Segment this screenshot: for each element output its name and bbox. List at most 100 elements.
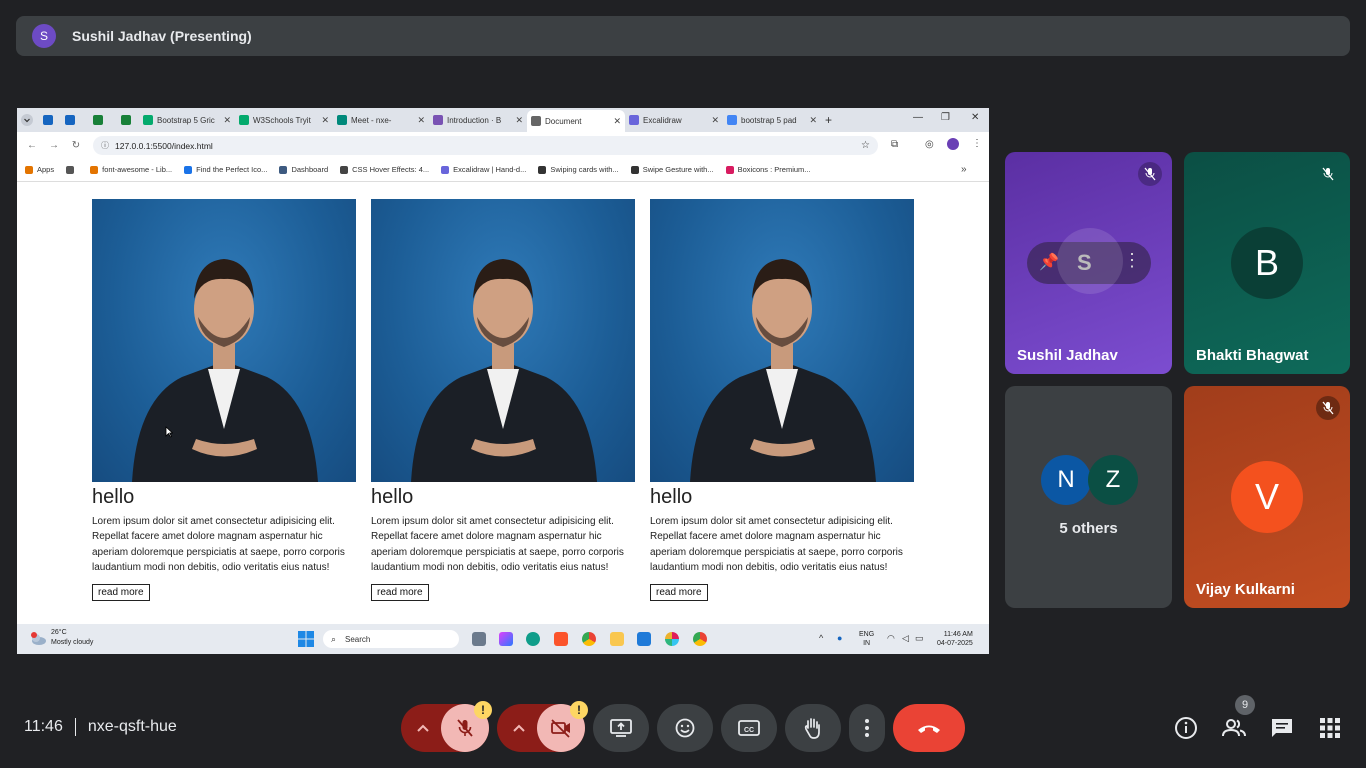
brave-icon[interactable] xyxy=(554,632,568,646)
browser-tab[interactable]: Bootstrap 5 Gric ✕ xyxy=(139,110,235,130)
copilot-icon[interactable] xyxy=(499,632,513,646)
taskbar-search[interactable]: ⌕ Search xyxy=(323,630,459,648)
chrome-icon[interactable] xyxy=(582,632,596,646)
bookmark-item[interactable] xyxy=(66,165,78,174)
bookmark-label: Apps xyxy=(37,165,55,174)
emoji-icon xyxy=(675,718,695,738)
windows-start-icon[interactable] xyxy=(298,631,314,647)
participant-tile-sushil[interactable]: 📌 S ⋮ Sushil Jadhav xyxy=(1005,152,1172,374)
bookmark-item[interactable]: Apps xyxy=(25,165,54,174)
info-icon[interactable] xyxy=(1174,716,1198,740)
video-options-button[interactable] xyxy=(497,704,541,752)
participant-tile-others[interactable]: N Z 5 others xyxy=(1005,386,1172,608)
volume-icon[interactable]: ◁ xyxy=(902,633,909,644)
browser-tab[interactable]: Introduction · B ✕ xyxy=(429,110,527,130)
browser-tab[interactable]: W3Schools Tryit ✕ xyxy=(235,110,333,130)
maximize-icon[interactable]: ❐ xyxy=(941,112,950,123)
tab-close-icon[interactable]: ✕ xyxy=(223,115,231,126)
extensions-icon[interactable]: ⧉ xyxy=(891,139,898,150)
meeting-time: 11:46 xyxy=(24,718,63,735)
slack-icon[interactable] xyxy=(665,632,679,646)
present-screen-button[interactable] xyxy=(593,704,649,752)
browser-tab[interactable] xyxy=(117,110,139,130)
participant-avatar: V xyxy=(1231,461,1303,533)
chrome-icon-2[interactable] xyxy=(693,632,707,646)
bookmark-item[interactable]: CSS Hover Effects: 4... xyxy=(340,165,429,174)
raise-hand-button[interactable] xyxy=(785,704,841,752)
captions-button[interactable]: CC xyxy=(721,704,777,752)
chat-icon[interactable] xyxy=(1270,716,1294,740)
taskbar-search-placeholder: Search xyxy=(345,634,371,644)
browser-tab[interactable]: Excalidraw ✕ xyxy=(625,110,723,130)
mic-tray-icon[interactable]: ● xyxy=(837,633,842,643)
participant-tile-vijay[interactable]: V Vijay Kulkarni xyxy=(1184,386,1350,608)
bookmark-item[interactable]: Swiping cards with... xyxy=(538,165,619,174)
read-more-button[interactable]: read more xyxy=(92,584,150,602)
browser-tab[interactable]: Meet - nxe- ✕ xyxy=(333,110,429,130)
tab-close-icon[interactable]: ✕ xyxy=(711,115,719,126)
tab-close-icon[interactable]: ✕ xyxy=(321,115,329,126)
edge-icon[interactable] xyxy=(526,632,540,646)
card-title: hello xyxy=(371,486,414,508)
audio-options-button[interactable] xyxy=(401,704,445,752)
bookmark-item[interactable]: Dashboard xyxy=(279,165,328,174)
bookmark-item[interactable]: Excalidraw | Hand-d... xyxy=(441,165,526,174)
bookmark-item[interactable]: font-awesome - Lib... xyxy=(90,165,172,174)
tab-favicon-icon xyxy=(433,115,443,125)
browser-toolbar: ← → ↻ ⓘ 127.0.0.1:5500/index.html ☆ ⧉ ◎ … xyxy=(17,132,989,158)
tab-favicon-icon xyxy=(727,115,737,125)
content-card: hello Lorem ipsum dolor sit amet consecte… xyxy=(650,199,914,602)
raise-hand-icon xyxy=(804,718,820,739)
minimize-icon[interactable]: — xyxy=(913,112,923,123)
taskbar-clock[interactable]: 11:46 AM 04-07-2025 xyxy=(937,630,973,648)
close-window-icon[interactable]: ✕ xyxy=(971,112,979,123)
menu-kebab-icon[interactable]: ⋮ xyxy=(972,138,982,149)
bookmark-item[interactable]: Boxicons : Premium... xyxy=(725,165,811,174)
tab-close-icon[interactable]: ✕ xyxy=(809,115,817,126)
browser-tab[interactable] xyxy=(61,110,89,130)
tab-search-button[interactable] xyxy=(17,110,39,130)
tab-close-icon[interactable]: ✕ xyxy=(515,115,523,126)
read-more-button[interactable]: read more xyxy=(371,584,429,602)
bookmarks-more-icon[interactable]: » xyxy=(961,164,967,175)
browser-tab[interactable]: bootstrap 5 pad ✕ xyxy=(723,110,821,130)
browser-tab[interactable] xyxy=(39,110,61,130)
pin-icon[interactable]: 📌 xyxy=(1039,252,1059,272)
bookmark-item[interactable]: Swipe Gesture with... xyxy=(630,165,714,174)
site-info-icon[interactable]: ⓘ xyxy=(101,140,109,151)
tab-close-icon[interactable]: ✕ xyxy=(417,115,425,126)
task-view-icon[interactable] xyxy=(472,632,486,646)
extension-icon[interactable]: ◎ xyxy=(925,139,934,150)
more-options-button[interactable] xyxy=(849,704,885,752)
file-explorer-icon[interactable] xyxy=(610,632,624,646)
battery-icon[interactable]: ▭ xyxy=(915,633,924,644)
participant-tile-bhakti[interactable]: B Bhakti Bhagwat xyxy=(1184,152,1350,374)
more-options-icon[interactable]: ⋮ xyxy=(1123,250,1141,271)
search-icon: ⌕ xyxy=(331,633,337,644)
profile-avatar[interactable] xyxy=(947,138,959,150)
mic-off-icon xyxy=(1316,162,1340,186)
wifi-icon[interactable]: ◠ xyxy=(887,633,895,644)
read-more-button[interactable]: read more xyxy=(650,584,708,602)
browser-tab[interactable]: Document ✕ xyxy=(527,110,625,132)
vscode-icon[interactable] xyxy=(637,632,651,646)
browser-tab[interactable] xyxy=(89,110,117,130)
reactions-button[interactable] xyxy=(657,704,713,752)
bookmark-item[interactable]: Find the Perfect Ico... xyxy=(184,165,267,174)
tab-close-icon[interactable]: ✕ xyxy=(613,116,621,127)
star-icon[interactable]: ☆ xyxy=(861,140,870,151)
new-tab-button[interactable]: + xyxy=(821,110,841,130)
reload-icon[interactable]: ↻ xyxy=(65,140,87,151)
tab-favicon-icon xyxy=(143,115,153,125)
card-text: Lorem ipsum dolor sit amet consectetur a… xyxy=(92,516,345,573)
leave-call-button[interactable] xyxy=(893,704,965,752)
people-icon[interactable] xyxy=(1222,716,1246,740)
forward-icon[interactable]: → xyxy=(43,140,65,151)
tray-chevron-icon[interactable]: ^ xyxy=(819,633,823,643)
content-card: hello Lorem ipsum dolor sit amet consecte… xyxy=(92,199,356,602)
mic-off-icon xyxy=(1316,396,1340,420)
activities-icon[interactable] xyxy=(1318,716,1342,740)
language-indicator[interactable]: ENG IN xyxy=(859,630,874,648)
address-bar[interactable]: ⓘ 127.0.0.1:5500/index.html ☆ xyxy=(93,136,878,155)
back-icon[interactable]: ← xyxy=(21,140,43,151)
